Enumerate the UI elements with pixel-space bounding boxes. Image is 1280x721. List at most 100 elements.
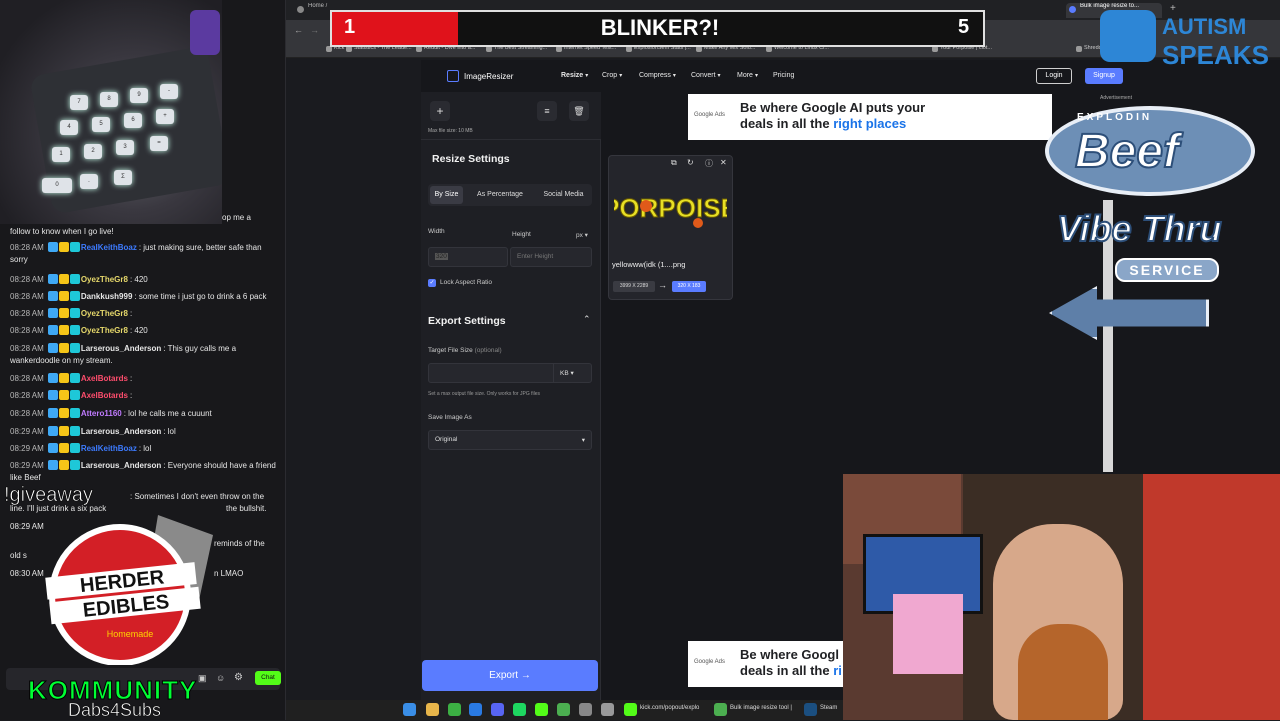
badge-icon <box>47 343 58 353</box>
back-icon[interactable]: ← <box>294 25 303 35</box>
add-file-button[interactable]: + <box>430 101 450 121</box>
taskbar-item[interactable]: Bulk image resize tool | <box>730 705 792 711</box>
chat-username[interactable]: OyezTheGr8 <box>81 326 128 335</box>
tab-title: Bulk image resize to... <box>1080 3 1140 9</box>
filter-icon[interactable]: ≡ <box>537 101 557 121</box>
chevron-down-icon: ▾ <box>717 73 721 79</box>
badge-icon <box>47 460 58 470</box>
emote-icon[interactable]: ☺ <box>216 673 225 683</box>
chat-username[interactable]: Larserous_Anderson <box>81 344 161 353</box>
info-icon[interactable]: ⓘ <box>705 158 713 169</box>
close-icon[interactable]: ✕ <box>720 158 727 167</box>
badge-icon <box>69 274 80 284</box>
chat-username[interactable]: RealKeithBoaz <box>81 243 137 252</box>
nav-label: More <box>737 72 753 79</box>
spotify-icon[interactable] <box>513 703 526 716</box>
chat-username[interactable]: AxelBotards <box>81 391 128 400</box>
chat-username[interactable]: OyezTheGr8 <box>81 309 128 318</box>
steam-icon[interactable] <box>804 703 817 716</box>
nav-resize[interactable]: Resize ▾ <box>561 72 588 79</box>
kick-icon[interactable] <box>624 703 637 716</box>
ad-line1: Be where Googl <box>740 647 839 662</box>
google-ads-label: Google Ads <box>694 112 726 118</box>
chat-message: 08:28 AM Attero1160: lol he calls me a cu… <box>10 408 276 420</box>
chat-username[interactable]: Dankkush999 <box>81 292 133 301</box>
optional-text: (optional) <box>474 347 502 354</box>
chat-timestamp: 08:28 AM <box>10 326 44 335</box>
width-input[interactable]: 320 <box>428 247 508 267</box>
arrow-right-icon: → <box>658 280 667 290</box>
original-dimensions: 3999 X 2289 <box>613 281 655 292</box>
lock-aspect-checkbox[interactable]: ✓ <box>428 279 436 287</box>
chat-text: : some time i just go to drink a 6 pack <box>134 292 267 301</box>
target-size-text: Target File Size <box>428 347 473 354</box>
crop-icon[interactable]: ⧉ <box>671 158 677 168</box>
width-label: Width <box>428 228 445 235</box>
tab-social-media[interactable]: Social Media <box>536 184 591 206</box>
tab-as-percentage[interactable]: As Percentage <box>470 184 530 206</box>
camera-icon[interactable] <box>601 703 614 716</box>
nav-convert[interactable]: Convert ▾ <box>691 72 721 79</box>
target-size-hint: Set a max output file size. Only works f… <box>428 391 540 397</box>
nav-pricing[interactable]: Pricing <box>773 72 794 79</box>
save-as-select[interactable]: Original ▾ <box>428 430 592 450</box>
trash-icon[interactable]: 🗑 <box>569 101 589 121</box>
chat-partial: the bullshit. <box>226 504 267 513</box>
chat-message: 08:29 AM RealKeithBoaz: lol <box>10 443 276 455</box>
chat-username[interactable]: Larserous_Anderson <box>81 427 161 436</box>
beef-main-text: Beef <box>1074 124 1180 179</box>
app-logo[interactable]: ImageResizer <box>464 72 513 81</box>
badge-icon <box>69 426 80 436</box>
save-as-value: Original <box>435 436 458 443</box>
google-ad-bottom[interactable]: Google Ads Be where Googl deals in all t… <box>688 641 843 687</box>
taskbar-item[interactable]: Steam <box>820 705 837 711</box>
google-ad[interactable]: Google Ads Be where Google AI puts your … <box>688 94 1052 140</box>
nav-label: Resize <box>561 72 584 79</box>
chrome-icon[interactable] <box>557 703 570 716</box>
chat-timestamp: 08:29 AM <box>10 444 44 453</box>
size-unit-select[interactable]: KB ▾ <box>553 363 591 383</box>
badge-icon <box>47 291 58 301</box>
chat-send-button[interactable]: Chat <box>255 671 281 685</box>
kick-icon[interactable] <box>535 703 548 716</box>
autism-line2: SPEAKS <box>1162 40 1269 70</box>
nav-more[interactable]: More ▾ <box>737 72 758 79</box>
badge-icon <box>47 242 58 252</box>
windows-start-icon[interactable] <box>403 703 416 716</box>
nav-compress[interactable]: Compress ▾ <box>639 72 676 79</box>
unit-select[interactable]: px ▾ <box>576 231 588 239</box>
export-button[interactable]: Export → <box>422 660 598 691</box>
app-icon[interactable] <box>579 703 592 716</box>
chevron-up-icon[interactable]: ⌃ <box>583 314 591 325</box>
nav-crop[interactable]: Crop ▾ <box>602 72 622 79</box>
score-title: BLINKER?! <box>600 15 720 40</box>
badge-icon <box>58 373 69 383</box>
size-unit-value: KB <box>560 370 569 377</box>
gift-icon[interactable]: ▣ <box>198 673 207 684</box>
taskbar-item[interactable]: kick.com/popout/explo <box>640 705 699 711</box>
chat-username[interactable]: Attero1160 <box>81 409 122 418</box>
height-input[interactable]: Enter Height <box>510 247 592 267</box>
chat-fragment: op me a <box>222 213 251 222</box>
chat-username[interactable]: Larserous_Anderson <box>81 461 161 470</box>
app-icon[interactable] <box>469 703 482 716</box>
discord-icon[interactable] <box>491 703 504 716</box>
max-file-size: Max file size: 10 MB <box>428 128 473 134</box>
chat-text: : <box>129 309 133 318</box>
chat-timestamp: 08:28 AM <box>10 344 44 353</box>
rotate-icon[interactable]: ↻ <box>687 158 694 167</box>
chat-username[interactable]: RealKeithBoaz <box>81 444 137 453</box>
forward-icon[interactable]: → <box>310 25 319 35</box>
badge-icon <box>47 408 58 418</box>
tab-by-size[interactable]: By Size <box>430 184 463 206</box>
gear-icon[interactable]: ⚙ <box>234 672 243 683</box>
chat-text: : lol <box>138 444 152 453</box>
chat-username[interactable]: AxelBotards <box>81 374 128 383</box>
chrome-icon[interactable] <box>714 703 727 716</box>
chat-username[interactable]: OyezTheGr8 <box>81 275 128 284</box>
folder-icon[interactable] <box>426 703 439 716</box>
signup-button[interactable]: Signup <box>1085 68 1123 84</box>
xbox-icon[interactable] <box>448 703 461 716</box>
chat-message: 08:28 AM Dankkush999: some time i just go… <box>10 291 276 303</box>
login-button[interactable]: Login <box>1036 68 1072 84</box>
